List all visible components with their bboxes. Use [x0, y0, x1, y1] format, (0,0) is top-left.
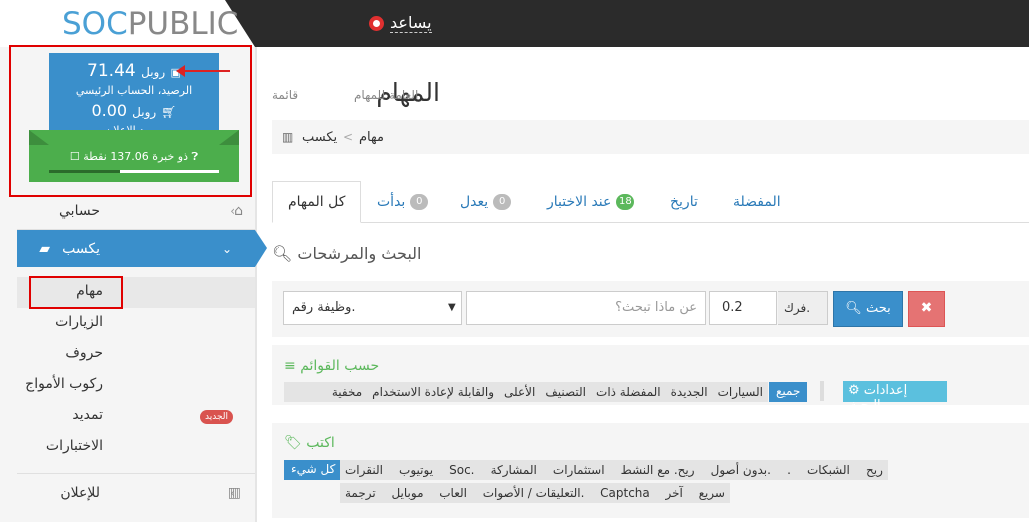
type-chip[interactable]: بدون أصول.: [706, 463, 776, 477]
search-icon: 🔍︎: [845, 301, 862, 316]
type-chip[interactable]: ريح. مع النشط: [616, 463, 700, 477]
sidebar-subitem-surfing[interactable]: ركوب الأمواج: [17, 370, 255, 401]
tab-all-tasks[interactable]: كل المهام: [272, 181, 362, 223]
list-chip[interactable]: المفضلة ذات: [591, 385, 666, 399]
tab-history[interactable]: تاريخ: [670, 181, 698, 223]
type-chip[interactable]: الشبكات: [802, 463, 855, 477]
type-chip-all[interactable]: كل شيء: [284, 460, 343, 480]
search-button[interactable]: 🔍︎ بحث: [833, 291, 903, 327]
sort-select[interactable]: وظيفة رقم. ▼: [283, 291, 462, 325]
list-chip-all[interactable]: جميع: [769, 382, 808, 402]
annotation-arrow: [176, 65, 230, 77]
type-chip[interactable]: المشاركة: [486, 463, 542, 477]
clear-filters-button[interactable]: ✖: [908, 291, 945, 327]
help-link[interactable]: يساعد: [369, 13, 432, 33]
type-chip[interactable]: ريح: [861, 463, 888, 477]
breadcrumb-tasks: مهام: [359, 130, 384, 145]
bar-chart-icon: ▥: [227, 484, 241, 501]
difficulty-input[interactable]: 0.2: [709, 291, 777, 325]
type-chip[interactable]: التعليقات / الأصوات.: [478, 486, 590, 500]
bar-chart-icon: ▥: [282, 130, 294, 144]
sidebar-item-earn[interactable]: ⌄ يكسب ▰: [17, 230, 267, 267]
type-chip[interactable]: Soc.: [444, 463, 479, 477]
sidebar-item-account[interactable]: ‹ حسابي ⌂: [17, 192, 255, 230]
type-chip[interactable]: Captcha: [595, 486, 655, 500]
list-chip[interactable]: السيارات: [713, 385, 768, 399]
tab-started[interactable]: بدأت 0: [377, 181, 432, 223]
type-chip[interactable]: العاب: [434, 486, 472, 500]
type-chip[interactable]: سريع: [694, 486, 730, 500]
type-chip[interactable]: يوتيوب: [394, 463, 438, 477]
task-tabs: كل المهام بدأت 0 يعدل 0 عند الاختبار 18 تار…: [272, 181, 1029, 223]
tab-count: 18: [616, 194, 635, 210]
type-chip[interactable]: موبايل: [386, 486, 428, 500]
logo[interactable]: SOCPUBLIC: [62, 6, 238, 42]
sidebar-item-label: للإعلان: [60, 484, 100, 501]
sidebar-divider: [255, 47, 257, 522]
lists-title: ≡ حسب القوائم: [284, 358, 380, 374]
type-chip[interactable]: .: [782, 463, 796, 477]
tab-modified[interactable]: يعدل 0: [460, 181, 515, 223]
search-settings-button[interactable]: ⚙ إعدادات البحث: [843, 381, 947, 413]
lifebuoy-icon: [369, 15, 384, 31]
search-icon: 🔍︎: [272, 244, 293, 263]
highlight-frame-tasks: [29, 276, 123, 309]
list-icon: ≡: [284, 358, 296, 374]
list-chip[interactable]: الجديدة: [666, 385, 713, 399]
breadcrumb-earn[interactable]: يكسب: [302, 130, 337, 145]
list-chip[interactable]: الأعلى: [499, 385, 540, 399]
list-chip[interactable]: التصنيف: [540, 385, 591, 399]
list-chips: السيارات الجديدة المفضلة ذات التصنيف الأ…: [284, 382, 768, 402]
highlight-frame: [9, 45, 252, 197]
sidebar-subitem-visits[interactable]: الزيارات: [17, 308, 255, 339]
chevron-down-icon: ▼: [448, 302, 456, 313]
gears-icon: ⚙: [848, 383, 860, 398]
sidebar-subitem-letters[interactable]: حروف: [17, 339, 255, 370]
tab-count: 0: [493, 194, 512, 210]
tab-favorites[interactable]: المفضلة: [733, 181, 781, 223]
page-subtitle: العامة للمهام: [354, 88, 419, 102]
sidebar-item-label: حسابي: [59, 202, 100, 219]
type-chip[interactable]: النقرات: [340, 463, 388, 477]
page-title-prefix: قائمة: [272, 88, 299, 102]
type-chips-row2: سريع آخر Captcha التعليقات / الأصوات. ال…: [340, 483, 730, 503]
help-label: يساعد: [390, 13, 432, 33]
sidebar-item-label: يكسب: [62, 240, 100, 257]
chevron-down-icon: ⌄: [222, 241, 233, 256]
close-icon: ✖: [920, 300, 933, 316]
list-chip[interactable]: مخفية: [327, 385, 367, 399]
briefcase-icon: ▰: [39, 240, 50, 257]
search-input[interactable]: عن ماذا تبحث؟: [466, 291, 706, 325]
list-chip[interactable]: والقابلة لإعادة الاستخدام: [367, 385, 499, 399]
tab-testing[interactable]: عند الاختبار 18: [547, 181, 638, 223]
type-title: 🏷︎ اكتب: [284, 435, 335, 451]
difficulty-label: فرك.: [778, 291, 828, 325]
type-chips-row1: ريح الشبكات . بدون أصول. ريح. مع النشط ا…: [340, 460, 888, 480]
type-chip[interactable]: استثمارات: [548, 463, 610, 477]
tags-icon: 🏷︎: [284, 435, 302, 451]
type-chip[interactable]: ترجمة: [340, 486, 381, 500]
sidebar-subitem-tests[interactable]: الاختبارات: [17, 432, 255, 463]
breadcrumb: ▥ يكسب < مهام: [272, 120, 1029, 154]
breadcrumb-separator: <: [343, 130, 354, 144]
filter-panel: وظيفة رقم. ▼ عن ماذا تبحث؟ 0.2 فرك. 🔍︎ بح…: [272, 281, 1029, 337]
list-divider: [820, 381, 824, 401]
sidebar-item-advertise[interactable]: ‹ للإعلان ▥: [17, 473, 255, 511]
home-icon: ⌂: [234, 202, 243, 219]
tab-count: 0: [410, 194, 429, 210]
new-badge: الجديد: [200, 410, 234, 424]
filters-title: 🔍︎ البحث والمرشحات: [272, 244, 422, 263]
type-chip[interactable]: آخر: [660, 486, 687, 500]
